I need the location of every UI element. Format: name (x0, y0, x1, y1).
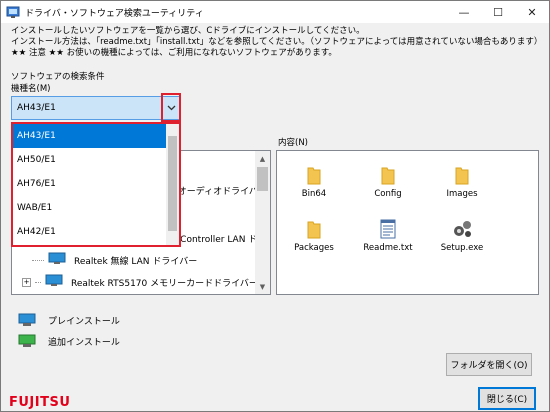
tree-row[interactable]: + Realtek RTS5170 メモリーカードドライバー (22, 273, 267, 291)
tree-row-label: Realtek 無線 LAN ドライバー (74, 256, 198, 267)
file-item[interactable]: Config (353, 159, 423, 199)
model-combobox[interactable]: AH43/E1 (11, 96, 181, 120)
legend-additional: 追加インストール (18, 334, 120, 348)
dropdown-option[interactable]: AH42/E1 (13, 220, 168, 244)
scroll-down-icon[interactable]: ▼ (255, 279, 270, 294)
minimize-button[interactable]: — (447, 1, 481, 23)
expand-icon[interactable]: + (22, 277, 31, 287)
file-name: Readme.txt (363, 243, 413, 253)
scroll-thumb[interactable] (168, 136, 177, 231)
folder-icon (279, 159, 349, 185)
dropdown-option[interactable]: AH76/E1 (13, 172, 168, 196)
tree-scrollbar[interactable]: ▲ ▼ (255, 151, 270, 294)
file-item[interactable]: Images (427, 159, 497, 199)
file-name: Bin64 (301, 189, 327, 199)
model-dropdown-list[interactable]: AH43/E1 AH50/E1 AH76/E1 WAB/E1 AH42/E1 (11, 122, 181, 247)
dropdown-option[interactable]: WAB/E1 (13, 196, 168, 220)
close-button[interactable]: 閉じる(C) (478, 387, 536, 410)
instruction-line: ★★ 注意 ★★ お使いの機種によっては、ご利用になれないソフトウェアがあります… (11, 48, 337, 58)
contents-label: 内容(N) (278, 138, 308, 148)
search-conditions-label: ソフトウェアの検索条件 (11, 72, 105, 82)
instruction-line: インストールしたいソフトウェアを一覧から選び、Cドライブにインストールしてくださ… (11, 26, 365, 36)
tree-row[interactable]: Realtek 無線 LAN ドライバー (32, 251, 270, 269)
app-icon (6, 5, 20, 19)
monitor-green-icon (18, 334, 36, 348)
dropdown-option[interactable]: AH43/E1 (13, 124, 168, 148)
file-name: Images (446, 189, 478, 199)
tree-line (32, 259, 44, 261)
monitor-blue-icon (18, 313, 36, 327)
file-name: Config (374, 189, 402, 199)
contents-panel[interactable]: Bin64 Config Images Packages Readme.txt … (276, 150, 539, 295)
file-name: Packages (294, 243, 334, 253)
file-item[interactable]: Bin64 (279, 159, 349, 199)
scroll-up-icon[interactable]: ▲ (255, 151, 270, 166)
instruction-line: インストール方法は、「readme.txt」「install.txt」などを参照… (11, 37, 543, 47)
legend-preinstall: プレインストール (18, 313, 120, 327)
folder-icon (279, 213, 349, 239)
tree-row-label: Realtek RTS5170 メモリーカードドライバー (71, 278, 258, 289)
file-item[interactable]: Readme.txt (353, 213, 423, 253)
window-title: ドライバ・ソフトウェア検索ユーティリティ (25, 8, 204, 19)
file-name: Setup.exe (440, 243, 484, 253)
legend-label: プレインストール (48, 316, 120, 327)
tree-row-label: y Controller LAN ドラ (172, 234, 267, 245)
monitor-icon (48, 252, 66, 268)
dropdown-button-highlight (161, 93, 181, 122)
legend-label: 追加インストール (48, 337, 120, 348)
fujitsu-logo: FUJITSU (9, 395, 71, 410)
close-window-button[interactable]: ✕ (515, 1, 549, 23)
file-item[interactable]: Setup.exe (427, 213, 497, 253)
scroll-thumb[interactable] (257, 167, 268, 191)
maximize-button[interactable]: ☐ (481, 1, 515, 23)
file-item[interactable]: Packages (279, 213, 349, 253)
dropdown-option[interactable]: AH50/E1 (13, 148, 168, 172)
open-folder-button[interactable]: フォルダを開く(O) (446, 353, 532, 376)
folder-icon (427, 159, 497, 185)
monitor-icon (45, 274, 63, 290)
instructions: インストールしたいソフトウェアを一覧から選び、Cドライブにインストールしてくださ… (11, 26, 542, 59)
model-value: AH43/E1 (17, 103, 56, 113)
folder-icon (353, 159, 423, 185)
client-area: インストールしたいソフトウェアを一覧から選び、Cドライブにインストールしてくださ… (1, 23, 549, 411)
title-bar[interactable]: ドライバ・ソフトウェア検索ユーティリティ — ☐ ✕ (1, 1, 549, 23)
setup-icon (427, 213, 497, 239)
app-window: ドライバ・ソフトウェア検索ユーティリティ — ☐ ✕ インストールしたいソフトウ… (0, 0, 550, 412)
tree-row-label: オーディオドライバー (177, 186, 267, 197)
model-label: 機種名(M) (11, 84, 51, 94)
tree-line (35, 281, 41, 283)
dropdown-scrollbar[interactable] (166, 124, 179, 245)
text-file-icon (353, 213, 423, 239)
